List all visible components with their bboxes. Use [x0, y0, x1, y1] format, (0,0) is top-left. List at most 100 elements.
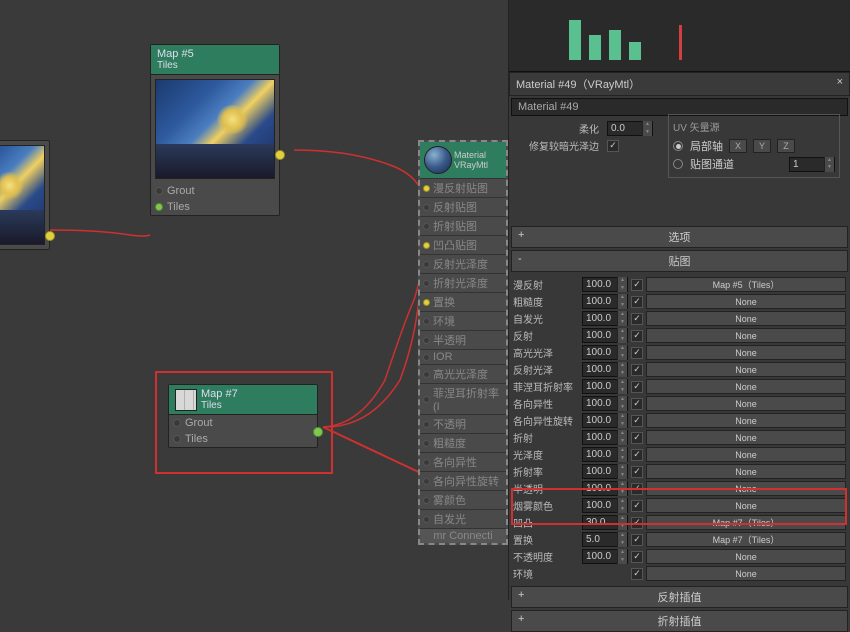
softness-spinner[interactable]: ▲▼ — [607, 121, 653, 136]
material-slot[interactable]: 反射光泽度 — [420, 254, 506, 273]
map-slot-button[interactable]: None — [646, 566, 846, 581]
material-slot[interactable]: 粗糙度 — [420, 433, 506, 452]
map-enable-checkbox[interactable]: ✓ — [631, 398, 643, 410]
material-slot[interactable]: 各向异性 — [420, 452, 506, 471]
axis-y-button[interactable]: Y — [753, 139, 771, 153]
node-input-tiles[interactable]: Tiles — [151, 199, 279, 215]
output-socket[interactable] — [275, 150, 285, 160]
material-slot[interactable]: 不透明 — [420, 414, 506, 433]
material-slot[interactable]: 环境 — [420, 311, 506, 330]
material-slot[interactable]: 菲涅耳折射率(I — [420, 383, 506, 414]
panel-title-bar[interactable]: Material #49（VRayMtl） × — [509, 72, 850, 96]
map-enable-checkbox[interactable]: ✓ — [631, 551, 643, 563]
map-slot-button[interactable]: Map #7（Tiles） — [646, 515, 846, 530]
map-amount-spinner[interactable]: ▲▼ — [582, 532, 628, 547]
node-input-tiles[interactable]: Tiles — [169, 431, 317, 447]
map-slot-button[interactable]: None — [646, 294, 846, 309]
map-amount-spinner[interactable]: ▲▼ — [582, 396, 628, 411]
map-enable-checkbox[interactable]: ✓ — [631, 415, 643, 427]
node-map5[interactable]: Map #5 Tiles Grout Tiles — [150, 44, 280, 216]
output-socket[interactable] — [45, 231, 55, 241]
axis-x-button[interactable]: X — [729, 139, 747, 153]
map-slot-button[interactable]: None — [646, 311, 846, 326]
rollout-refr-interp[interactable]: +折射插值 — [511, 610, 848, 632]
material-slot[interactable]: 反射贴图 — [420, 197, 506, 216]
material-slot[interactable]: 自发光 — [420, 509, 506, 528]
map-enable-checkbox[interactable]: ✓ — [631, 517, 643, 529]
map-slot-button[interactable]: None — [646, 447, 846, 462]
map-enable-checkbox[interactable]: ✓ — [631, 534, 643, 546]
map-amount-spinner[interactable]: ▲▼ — [582, 413, 628, 428]
map-amount-spinner[interactable]: ▲▼ — [582, 430, 628, 445]
material-slot[interactable]: 各向异性旋转 — [420, 471, 506, 490]
map-slot-button[interactable]: None — [646, 464, 846, 479]
map-enable-checkbox[interactable]: ✓ — [631, 381, 643, 393]
node-editor-viewport[interactable]: Map #5 Tiles Grout Tiles Map #7 Tiles Gr… — [0, 0, 508, 600]
node-input-grout[interactable]: Grout — [169, 415, 317, 431]
map-amount-spinner[interactable]: ▲▼ — [582, 294, 628, 309]
map-slot-button[interactable]: None — [646, 430, 846, 445]
fix-dark-gloss-checkbox[interactable]: ✓ — [607, 140, 619, 152]
material-slot[interactable]: 半透明 — [420, 330, 506, 349]
material-slot[interactable]: 雾颜色 — [420, 490, 506, 509]
map-amount-spinner[interactable]: ▲▼ — [582, 311, 628, 326]
map-enable-checkbox[interactable]: ✓ — [631, 500, 643, 512]
rollout-maps[interactable]: -贴图 — [511, 250, 848, 272]
map-slot-button[interactable]: None — [646, 549, 846, 564]
map-enable-checkbox[interactable]: ✓ — [631, 330, 643, 342]
map-amount-spinner[interactable]: ▲▼ — [582, 464, 628, 479]
map-slot-button[interactable]: None — [646, 481, 846, 496]
node-map-left[interactable] — [0, 140, 50, 250]
map-slot-button[interactable]: None — [646, 328, 846, 343]
map-slot-button[interactable]: None — [646, 396, 846, 411]
map-amount-spinner[interactable]: ▲▼ — [582, 481, 628, 496]
material-slot[interactable]: 折射贴图 — [420, 216, 506, 235]
radio-local-axis[interactable] — [673, 141, 683, 151]
map-enable-checkbox[interactable]: ✓ — [631, 279, 643, 291]
map-enable-checkbox[interactable]: ✓ — [631, 449, 643, 461]
map-enable-checkbox[interactable]: ✓ — [631, 347, 643, 359]
node-input-grout[interactable]: Grout — [151, 183, 279, 199]
map-enable-checkbox[interactable]: ✓ — [631, 313, 643, 325]
mr-connection[interactable]: mr Connecti — [420, 528, 506, 543]
material-slot[interactable]: 折射光泽度 — [420, 273, 506, 292]
map-enable-checkbox[interactable]: ✓ — [631, 364, 643, 376]
map-enable-checkbox[interactable]: ✓ — [631, 568, 643, 580]
map-enable-checkbox[interactable]: ✓ — [631, 296, 643, 308]
node-material[interactable]: Material VRayMtl 漫反射贴图反射贴图折射贴图凹凸贴图反射光泽度折… — [418, 140, 508, 545]
rollout-options[interactable]: +选项 — [511, 226, 848, 248]
map-channel-spinner[interactable]: ▲▼ — [789, 157, 835, 172]
map-amount-spinner[interactable]: ▲▼ — [582, 328, 628, 343]
map-slot-button[interactable]: Map #7（Tiles） — [646, 532, 846, 547]
material-slot[interactable]: IOR — [420, 349, 506, 364]
map-amount-spinner[interactable]: ▲▼ — [582, 277, 628, 292]
close-icon[interactable]: × — [837, 76, 843, 92]
material-slot[interactable]: 置换 — [420, 292, 506, 311]
map-slot-button[interactable]: None — [646, 345, 846, 360]
node-map7[interactable]: Map #7 Tiles Grout Tiles — [168, 384, 318, 448]
rollout-refl-interp[interactable]: +反射插值 — [511, 586, 848, 608]
material-slot[interactable]: 凹凸贴图 — [420, 235, 506, 254]
map-amount-spinner[interactable]: ▲▼ — [582, 515, 628, 530]
material-slot[interactable]: 漫反射贴图 — [420, 178, 506, 197]
map-amount-spinner[interactable]: ▲▼ — [582, 362, 628, 377]
axis-z-button[interactable]: Z — [777, 139, 795, 153]
map-enable-checkbox[interactable]: ✓ — [631, 483, 643, 495]
map-amount-spinner[interactable]: ▲▼ — [582, 379, 628, 394]
map-slot-button[interactable]: None — [646, 413, 846, 428]
map-amount-spinner[interactable]: ▲▼ — [582, 549, 628, 564]
map-slot-button[interactable]: None — [646, 379, 846, 394]
node-header[interactable]: Material VRayMtl — [420, 142, 506, 178]
output-socket[interactable] — [313, 427, 323, 437]
map-enable-checkbox[interactable]: ✓ — [631, 466, 643, 478]
map-amount-spinner[interactable]: ▲▼ — [582, 498, 628, 513]
node-header[interactable]: Map #7 Tiles — [169, 385, 317, 415]
node-header[interactable]: Map #5 Tiles — [151, 45, 279, 75]
map-slot-button[interactable]: None — [646, 498, 846, 513]
map-amount-spinner[interactable]: ▲▼ — [582, 345, 628, 360]
map-enable-checkbox[interactable]: ✓ — [631, 432, 643, 444]
map-amount-spinner[interactable]: ▲▼ — [582, 447, 628, 462]
material-slot[interactable]: 高光光泽度 — [420, 364, 506, 383]
radio-map-channel[interactable] — [673, 159, 683, 169]
map-slot-button[interactable]: Map #5（Tiles） — [646, 277, 846, 292]
